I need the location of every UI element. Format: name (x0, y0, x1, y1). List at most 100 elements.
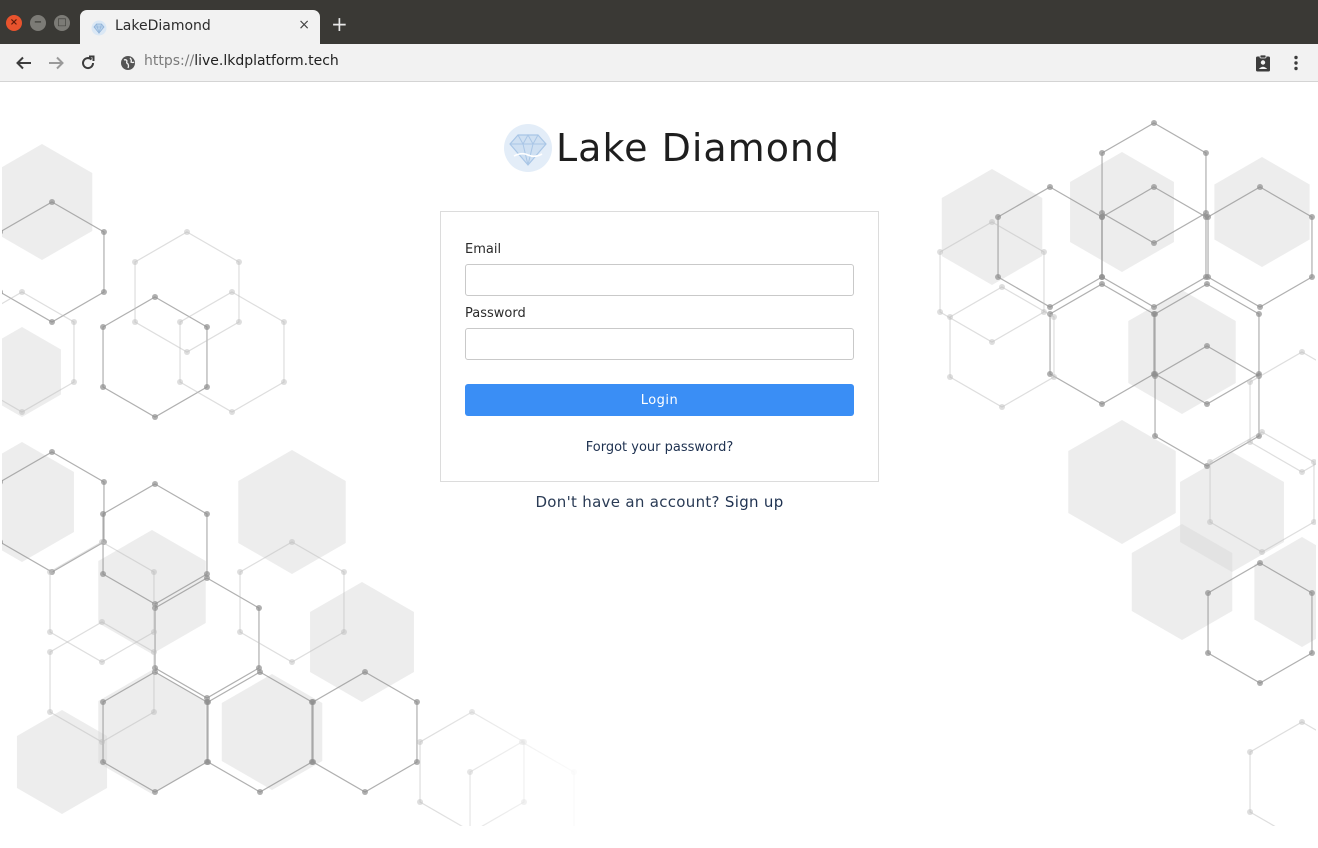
hexagon-node (362, 789, 368, 795)
hexagon-node (995, 214, 1002, 220)
hexagon-node (47, 649, 54, 655)
hexagon-node (49, 319, 55, 325)
hexagon-node (70, 379, 77, 385)
hexagon-fill (2, 327, 61, 417)
hexagon-node (1152, 433, 1159, 439)
window-close-button[interactable]: × (6, 15, 22, 31)
window-maximize-button[interactable]: □ (54, 15, 70, 31)
hexagon-node (947, 374, 954, 380)
back-arrow-icon[interactable] (13, 52, 35, 74)
kebab-menu-icon[interactable] (1285, 52, 1307, 74)
forgot-password-link[interactable]: Forgot your password? (441, 440, 878, 455)
hexagon-outline (1249, 721, 1316, 843)
hexagon-node (255, 605, 262, 611)
hexagon-node (999, 284, 1005, 290)
hexagon-node (47, 569, 54, 575)
hexagon-node (47, 629, 54, 635)
bottom-margin (2, 826, 1316, 848)
hexagon-node (1310, 519, 1316, 525)
login-card: Email Password Login Forgot your passwor… (440, 211, 879, 482)
window-titlebar: × − □ LakeDiamond × + (0, 0, 1318, 44)
email-field[interactable] (465, 264, 854, 296)
hexagon-node (237, 629, 244, 635)
hexagon-node (235, 259, 242, 265)
hexagon-node (999, 404, 1005, 410)
hexagon-node (205, 759, 212, 765)
hexagon-node (237, 569, 244, 575)
hexagon-node (100, 511, 107, 517)
hexagon-node (1255, 311, 1262, 317)
hexagon-node (99, 539, 105, 545)
hexagon-node (177, 319, 184, 325)
reload-icon[interactable] (77, 52, 99, 74)
login-button[interactable]: Login (465, 384, 854, 416)
hexagon-node (280, 319, 287, 325)
hexagon-node (1257, 560, 1263, 566)
hexagon-node (99, 739, 105, 745)
hexagon-node (1205, 590, 1212, 596)
hexagon-node (1099, 281, 1105, 287)
hexagon-node (1099, 210, 1106, 216)
hexagon-node (49, 449, 55, 455)
hexagon-node (1205, 650, 1212, 656)
globe-icon[interactable] (117, 52, 139, 74)
new-tab-button[interactable]: + (331, 14, 348, 34)
signup-prompt: Don't have an account? Sign up (440, 493, 879, 511)
hexagon-node (100, 479, 107, 485)
hexagon-node (1247, 439, 1254, 445)
hexagon-node (289, 539, 295, 545)
hexagon-node (100, 699, 107, 705)
hexagon-node (340, 569, 347, 575)
hexagon-node (229, 289, 235, 295)
hexagon-node (1152, 373, 1159, 379)
tab-close-button[interactable]: × (298, 17, 310, 33)
hexagon-node (310, 699, 317, 705)
hexagon-node (989, 219, 995, 225)
hexagon-fill (941, 169, 1043, 285)
hexagon-node (150, 709, 157, 715)
tab-title: LakeDiamond (115, 18, 211, 34)
address-bar-url[interactable]: https://live.lkdplatform.tech (144, 53, 339, 69)
clipboard-account-icon[interactable] (1252, 52, 1274, 74)
hexagon-node (989, 339, 995, 345)
forward-arrow-icon[interactable] (45, 52, 67, 74)
hexagon-node (100, 571, 107, 577)
hexagon-node (1247, 379, 1254, 385)
hexagon-node (49, 199, 55, 205)
hexagon-fill (16, 710, 108, 814)
hexagon-node (1257, 184, 1263, 190)
hexagon-node (203, 511, 210, 517)
hexagon-node (100, 759, 107, 765)
page-viewport: Lake Diamond Email Password Login Forgot… (2, 82, 1316, 848)
hexagon-fill (1070, 152, 1174, 272)
hexagon-node (1308, 650, 1315, 656)
url-scheme: https:// (144, 53, 195, 69)
lake-diamond-logo-icon (504, 124, 552, 172)
hexagon-node (947, 314, 954, 320)
hexagon-node (177, 379, 184, 385)
hexagon-node (150, 649, 157, 655)
hexagon-node (1205, 274, 1212, 280)
hexagon-node (1204, 281, 1210, 287)
hexagon-node (257, 789, 263, 795)
password-field[interactable] (465, 328, 854, 360)
hexagon-node (1299, 349, 1305, 355)
hexagon-node (1151, 240, 1157, 246)
diamond-favicon-icon (91, 20, 107, 36)
hexagon-node (1259, 429, 1265, 435)
hexagon-node (132, 259, 139, 265)
hexagon-node (150, 629, 157, 635)
hexagon-node (1047, 304, 1053, 310)
window-minimize-button[interactable]: − (30, 15, 46, 31)
signup-link[interactable]: Sign up (725, 493, 784, 511)
hexagon-node (152, 481, 158, 487)
hexagon-node (1099, 274, 1106, 280)
email-label: Email (465, 242, 502, 257)
hexagon-node (99, 619, 105, 625)
hexagon-node (100, 289, 107, 295)
signup-prefix-text: Don't have an account? (535, 493, 720, 511)
browser-tab-active[interactable]: LakeDiamond × (80, 10, 320, 44)
hexagon-node (1202, 210, 1209, 216)
hexagon-node (310, 759, 317, 765)
hexagon-node (995, 274, 1002, 280)
